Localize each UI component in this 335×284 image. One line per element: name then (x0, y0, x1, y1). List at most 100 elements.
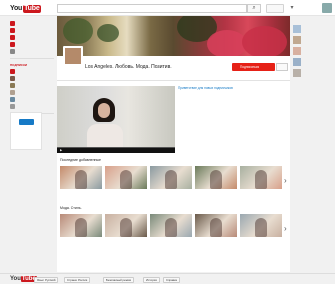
video-shelf (57, 214, 290, 246)
search-button[interactable]: ⌕ (247, 4, 261, 13)
video-card[interactable] (60, 166, 102, 189)
video-thumbnail[interactable] (195, 166, 237, 189)
thumbnail-figure (255, 170, 267, 189)
promo-button[interactable] (18, 119, 34, 125)
video-person (87, 98, 127, 150)
guide-item[interactable] (10, 34, 54, 41)
help-button[interactable]: Справка (163, 277, 180, 283)
guide-item[interactable] (10, 27, 54, 34)
youtube-logo[interactable]: You Tube (10, 4, 41, 13)
guide-item-icon (10, 35, 15, 40)
footer-logo[interactable]: YouTube (10, 276, 37, 282)
subscription-avatar (10, 104, 15, 109)
subscription-item[interactable] (10, 103, 54, 110)
footer: YouTube Язык: Русский Страна: Россия Без… (0, 273, 335, 284)
related-channel-item[interactable] (293, 56, 333, 67)
guide-divider (10, 58, 54, 59)
video-thumbnail[interactable] (105, 166, 147, 189)
subscription-item[interactable] (10, 89, 54, 96)
video-card[interactable] (150, 166, 192, 189)
thumbnail-figure (165, 218, 177, 237)
video-card[interactable] (240, 166, 282, 189)
video-shelf (57, 166, 290, 198)
banner-tree (97, 24, 119, 42)
subscription-avatar (10, 90, 15, 95)
subscription-item[interactable] (10, 96, 54, 103)
guide-sidebar: ПОДПИСКИ (10, 20, 54, 124)
masthead: You Tube ⌕ ▾ (0, 0, 335, 16)
notifications-icon[interactable]: ▾ (288, 4, 296, 13)
related-channel-item[interactable] (293, 23, 333, 34)
subscription-item[interactable] (10, 68, 54, 75)
user-avatar[interactable] (322, 3, 332, 13)
video-thumbnail[interactable] (60, 166, 102, 189)
video-thumbnail[interactable] (240, 214, 282, 237)
language-button[interactable]: Язык: Русский (34, 277, 59, 283)
search-icon: ⌕ (252, 5, 256, 11)
subscribe-button[interactable]: Подписаться (232, 63, 275, 71)
section-title[interactable]: Последние добавленные (60, 158, 101, 162)
channel-banner (57, 16, 290, 56)
thumbnail-figure (210, 218, 222, 237)
related-channel-avatar (293, 24, 301, 33)
subscription-avatar (10, 97, 15, 102)
guide-item-icon (10, 49, 15, 54)
video-thumbnail[interactable] (150, 214, 192, 237)
related-channel-item[interactable] (293, 34, 333, 45)
video-thumbnail[interactable] (240, 166, 282, 189)
video-card[interactable] (150, 214, 192, 237)
subscription-avatar (10, 83, 15, 88)
featured-video-info: Приветствие для новых подписчиков (150, 86, 285, 90)
footer-logo-you: You (10, 276, 21, 282)
subscriber-count (276, 63, 288, 71)
video-thumbnail[interactable] (195, 214, 237, 237)
guide-promo (10, 112, 42, 150)
video-card[interactable] (240, 214, 282, 237)
video-thumbnail[interactable] (150, 166, 192, 189)
thumbnail-figure (75, 170, 87, 189)
logo-tube: Tube (23, 4, 41, 13)
video-card[interactable] (105, 214, 147, 237)
featured-video-player[interactable]: ▶ (57, 86, 175, 153)
section-title[interactable]: Мода. Стиль. (60, 206, 82, 210)
related-channel-item[interactable] (293, 45, 333, 56)
channel-name-text: Los Angeles. Любовь. Мода. Позитив. (85, 64, 172, 70)
subscription-item[interactable] (10, 75, 54, 82)
thumbnail-figure (120, 218, 132, 237)
video-thumbnail[interactable] (105, 214, 147, 237)
logo-you: You (10, 5, 23, 12)
upload-button[interactable] (266, 4, 284, 13)
video-card[interactable] (195, 214, 237, 237)
related-channel-item[interactable] (293, 67, 333, 78)
guide-item[interactable] (10, 41, 54, 48)
banner-flowers (242, 26, 287, 56)
related-channel-avatar (293, 46, 301, 55)
featured-video-title[interactable]: Приветствие для новых подписчиков (150, 86, 285, 90)
related-channels (293, 20, 333, 78)
channel-tabs (57, 73, 290, 81)
subscription-avatar (10, 76, 15, 81)
guide-item-icon (10, 21, 15, 26)
country-button[interactable]: Страна: Россия (64, 277, 91, 283)
video-controls: ▶ (57, 148, 175, 153)
chevron-right-icon[interactable]: › (284, 176, 287, 185)
thumbnail-figure (75, 218, 87, 237)
chevron-right-icon[interactable]: › (284, 224, 287, 233)
banner-tree (63, 18, 93, 44)
thumbnail-figure (120, 170, 132, 189)
video-card[interactable] (60, 214, 102, 237)
guide-item[interactable] (10, 20, 54, 27)
search-input[interactable] (57, 4, 247, 13)
related-channel-avatar (293, 35, 301, 44)
play-icon[interactable]: ▶ (60, 148, 62, 152)
history-button[interactable]: История (143, 277, 160, 283)
video-thumbnail[interactable] (60, 214, 102, 237)
video-card[interactable] (105, 166, 147, 189)
safety-mode-button[interactable]: Безопасный режим (103, 277, 134, 283)
channel-content: Los Angeles. Любовь. Мода. Позитив. Подп… (57, 16, 290, 272)
guide-item[interactable] (10, 48, 54, 55)
subscription-item[interactable] (10, 82, 54, 89)
video-card[interactable] (195, 166, 237, 189)
thumbnail-figure (255, 218, 267, 237)
guide-item-icon (10, 42, 15, 47)
